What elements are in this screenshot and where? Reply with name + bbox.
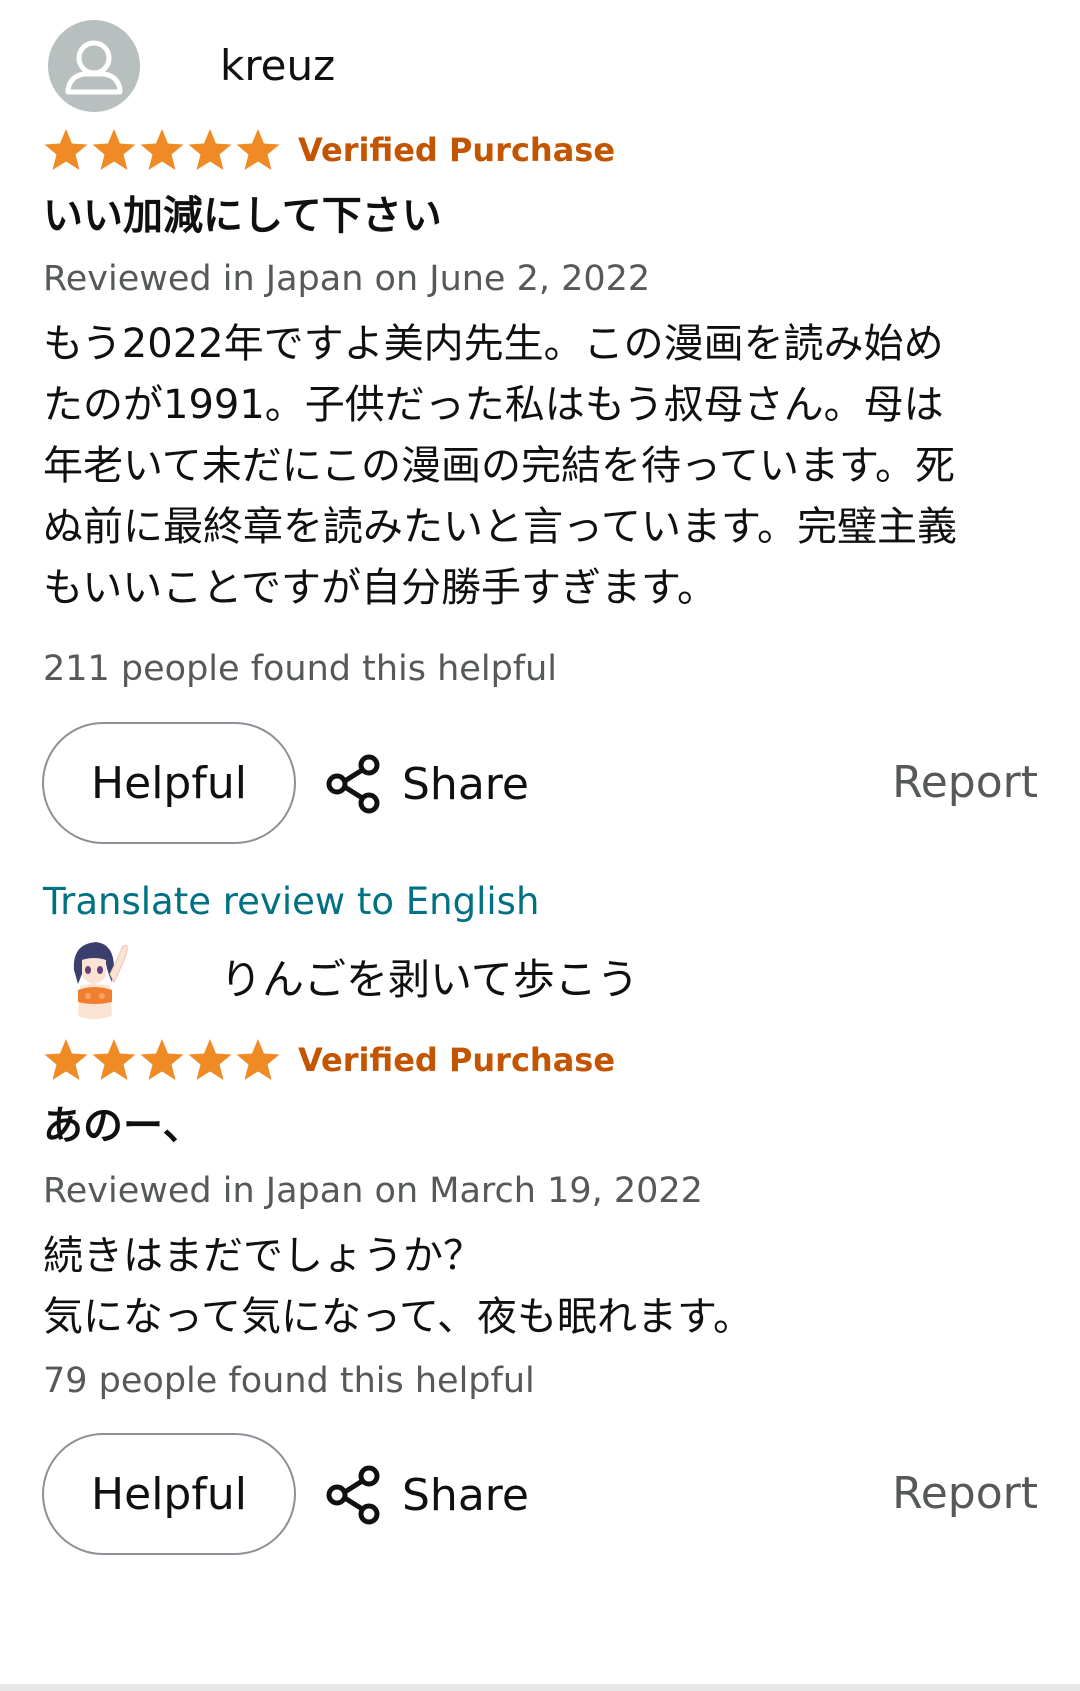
helpful-button[interactable]: Helpful	[42, 1433, 296, 1555]
review-title: あのー、	[43, 1103, 203, 1149]
review-body: もう2022年ですよ美内先生。この漫画を読み始め たのが1991。子供だった私は…	[43, 314, 1043, 619]
rating-row: Verified Purchase	[42, 126, 615, 174]
report-link[interactable]: Report	[892, 757, 1038, 810]
review-date: Reviewed in Japan on March 19, 2022	[43, 1171, 703, 1211]
review-body-line: もう2022年ですよ美内先生。この漫画を読み始め	[43, 321, 944, 367]
reviewer-profile[interactable]: りんごを剥いて歩こう	[48, 934, 639, 1026]
helpful-count: 211 people found this helpful	[43, 649, 558, 689]
share-label: Share	[402, 1469, 529, 1521]
review-body-line: 年老いて未だにこの漫画の完結を待っています。死	[43, 443, 955, 489]
review-card: kreuz Verified Purchase いい加減にして下さい Revie…	[0, 0, 1080, 960]
helpful-button[interactable]: Helpful	[42, 722, 296, 844]
star-icon	[188, 1039, 232, 1080]
star-icon	[140, 1039, 184, 1080]
star-rating	[42, 126, 282, 174]
star-rating	[42, 1036, 282, 1084]
star-icon	[140, 129, 184, 170]
review-card: りんごを剥いて歩こう Verified Purchase あのー、 Review…	[0, 942, 1080, 1691]
review-title: いい加減にして下さい	[43, 193, 442, 239]
reviewer-name: kreuz	[220, 41, 336, 90]
report-link[interactable]: Report	[892, 1468, 1038, 1521]
verified-purchase-badge: Verified Purchase	[298, 131, 616, 169]
reviewer-name: りんごを剥いて歩こう	[220, 955, 639, 1004]
star-icon	[92, 1039, 136, 1080]
rating-row: Verified Purchase	[42, 1036, 615, 1084]
review-actions: Helpful Share Report	[42, 722, 1038, 848]
default-user-icon	[48, 20, 140, 112]
star-icon	[188, 129, 232, 170]
verified-purchase-badge: Verified Purchase	[298, 1041, 616, 1079]
star-icon	[92, 129, 136, 170]
star-icon	[44, 1039, 88, 1080]
translate-review-link[interactable]: Translate review to English	[43, 880, 539, 924]
share-button[interactable]: Share	[322, 744, 529, 824]
review-body-line: ぬ前に最終章を読みたいと言っています。完璧主義	[43, 504, 957, 550]
review-body-line: たのが1991。子供だった私はもう叔母さん。母は	[43, 382, 944, 428]
bottom-divider	[0, 1684, 1080, 1691]
review-body-line: もいいことですが自分勝手すぎます。	[43, 565, 717, 611]
review-body: 続きはまだでしょうか？ 気になって気になって、夜も眠れます。	[43, 1226, 1043, 1348]
review-date: Reviewed in Japan on June 2, 2022	[43, 259, 651, 299]
star-icon	[236, 129, 280, 170]
anime-character-avatar	[48, 934, 140, 1026]
share-label: Share	[402, 758, 529, 810]
share-icon	[326, 1465, 380, 1525]
review-body-line: 気になって気になって、夜も眠れます。	[43, 1294, 753, 1340]
helpful-count: 79 people found this helpful	[43, 1361, 535, 1401]
star-icon	[236, 1039, 280, 1080]
share-button[interactable]: Share	[322, 1455, 529, 1535]
reviewer-profile[interactable]: kreuz	[48, 20, 335, 112]
share-icon	[326, 754, 380, 814]
star-icon	[44, 129, 88, 170]
review-actions: Helpful Share Report	[42, 1433, 1038, 1559]
review-body-line: 続きはまだでしょうか？	[43, 1233, 483, 1279]
